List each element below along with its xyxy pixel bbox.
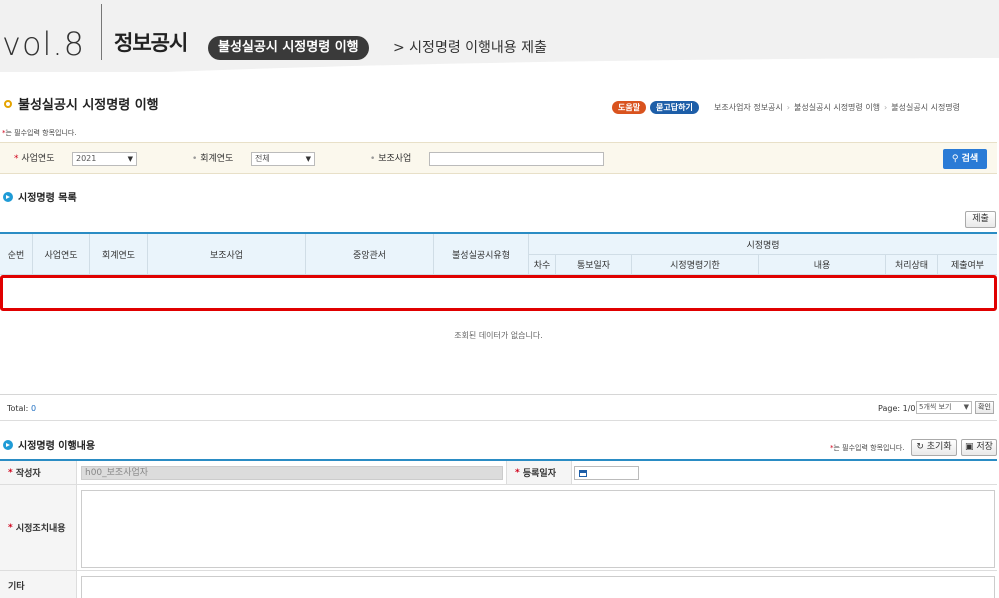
col-header-project[interactable]: 보조사업: [148, 234, 306, 275]
col-header-deadline[interactable]: 시정명령기한: [632, 255, 759, 275]
total-count: Total: 0: [7, 404, 37, 413]
col-group-order: 시정명령: [529, 234, 997, 255]
chevron-down-icon: ▼: [305, 155, 311, 163]
save-button[interactable]: ▣ 저장: [961, 439, 997, 456]
col-header-notice-date[interactable]: 통보일자: [556, 255, 632, 275]
order-table: 순번 사업연도 회계연도 보조사업 중앙관서 불성실공시유형 시정명령 차수 통…: [0, 232, 997, 395]
calendar-icon[interactable]: [579, 470, 587, 477]
reg-date-input[interactable]: [574, 466, 639, 480]
header-banner: vol.8 정보공시 불성실공시 시정명령 이행 > 시정명령 이행내용 제출: [0, 0, 999, 72]
brand-title: 정보공시: [114, 31, 188, 55]
author-field: h00_보조사업자: [81, 466, 503, 480]
project-input[interactable]: [429, 152, 604, 166]
chevron-right-icon: ›: [884, 103, 888, 112]
page-title-text: 불성실공시 시정명령 이행: [18, 98, 159, 113]
required-star-icon: *: [8, 522, 13, 533]
col-header-round[interactable]: 차수: [529, 255, 556, 275]
breadcrumb: 보조사업자 정보공시 › 불성실공시 시정명령 이행 › 불성실공시 시정명령: [714, 101, 960, 114]
project-label: • 보조사업: [370, 154, 412, 164]
confirm-button[interactable]: 확인: [975, 401, 994, 414]
breadcrumb-item[interactable]: 보조사업자 정보공시: [714, 103, 783, 112]
search-button[interactable]: ⚲ 검색: [943, 149, 987, 169]
highlighted-empty-row: [0, 275, 997, 311]
reset-button[interactable]: ↻ 초기화: [911, 439, 957, 456]
chevron-down-icon: ▼: [963, 403, 969, 411]
breadcrumb-item[interactable]: 불성실공시 시정명령 이행: [794, 103, 880, 112]
ring-icon: [4, 100, 12, 108]
table-footer: Total: 0 Page: 1/0 5개씩 보기 ▼ 확인: [0, 397, 997, 421]
fulfillment-form: * 작성자 h00_보조사업자 * 등록일자 * 시정조치내용 기타: [0, 459, 997, 598]
volume-label: vol.8: [2, 25, 85, 63]
floppy-icon: ▣: [965, 442, 974, 452]
refresh-icon: ↻: [916, 442, 924, 452]
chevron-down-icon: ▼: [127, 155, 133, 163]
fiscal-label: • 회계연도: [192, 154, 234, 164]
fiscal-select[interactable]: 전체 ▼: [251, 152, 315, 166]
breadcrumb-item[interactable]: 불성실공시 시정명령: [891, 103, 960, 112]
form-required-note: *는 필수입력 항목입니다.: [830, 444, 905, 452]
qa-button[interactable]: 묻고답하기: [650, 101, 699, 114]
author-label: * 작성자: [0, 461, 77, 485]
required-star-icon: *: [8, 467, 13, 478]
col-header-status[interactable]: 처리상태: [886, 255, 938, 275]
col-header-submitted[interactable]: 제출여부: [938, 255, 997, 275]
topic-pill: 불성실공시 시정명령 이행: [208, 36, 369, 60]
col-header-type[interactable]: 불성실공시유형: [434, 234, 529, 275]
chevron-right-icon: ›: [786, 103, 790, 112]
year-select[interactable]: 2021 ▼: [72, 152, 137, 166]
col-header-ministry[interactable]: 중앙관서: [306, 234, 434, 275]
per-page-select[interactable]: 5개씩 보기 ▼: [916, 401, 972, 414]
arrow-circle-icon: [3, 192, 13, 202]
arrow-circle-icon: [3, 440, 13, 450]
action-label: * 시정조치내용: [0, 485, 77, 571]
list-section-title: 시정명령 목록: [3, 192, 77, 206]
col-header-no[interactable]: 순번: [0, 234, 33, 275]
col-header-content[interactable]: 내용: [759, 255, 886, 275]
required-star-icon: *: [515, 467, 520, 478]
banner-divider: [101, 4, 102, 60]
empty-message: 조회된 데이터가 없습니다.: [454, 331, 543, 340]
year-label: * 사업연도: [14, 154, 55, 164]
etc-label: 기타: [0, 571, 77, 598]
col-header-fiscal[interactable]: 회계연도: [90, 234, 148, 275]
banner-subtitle: > 시정명령 이행내용 제출: [393, 40, 547, 56]
magnifier-icon: ⚲: [951, 154, 959, 164]
required-note: *는 필수입력 항목입니다.: [2, 129, 77, 137]
etc-textarea[interactable]: [81, 576, 995, 598]
submit-button[interactable]: 제출: [965, 211, 996, 228]
required-star-icon: *: [14, 154, 19, 164]
page-title: 불성실공시 시정명령 이행: [4, 96, 159, 116]
page-info: Page: 1/0: [878, 404, 916, 413]
form-section-title: 시정명령 이행내용: [3, 440, 95, 454]
col-header-year[interactable]: 사업연도: [33, 234, 90, 275]
banner-curve-decoration: [0, 58, 999, 72]
search-panel: * 사업연도 2021 ▼ • 회계연도 전체 ▼ • 보조사업 ⚲ 검색: [0, 142, 997, 174]
reg-date-label: * 등록일자: [506, 461, 572, 485]
help-button[interactable]: 도움말: [612, 101, 647, 114]
action-textarea[interactable]: [81, 490, 995, 568]
